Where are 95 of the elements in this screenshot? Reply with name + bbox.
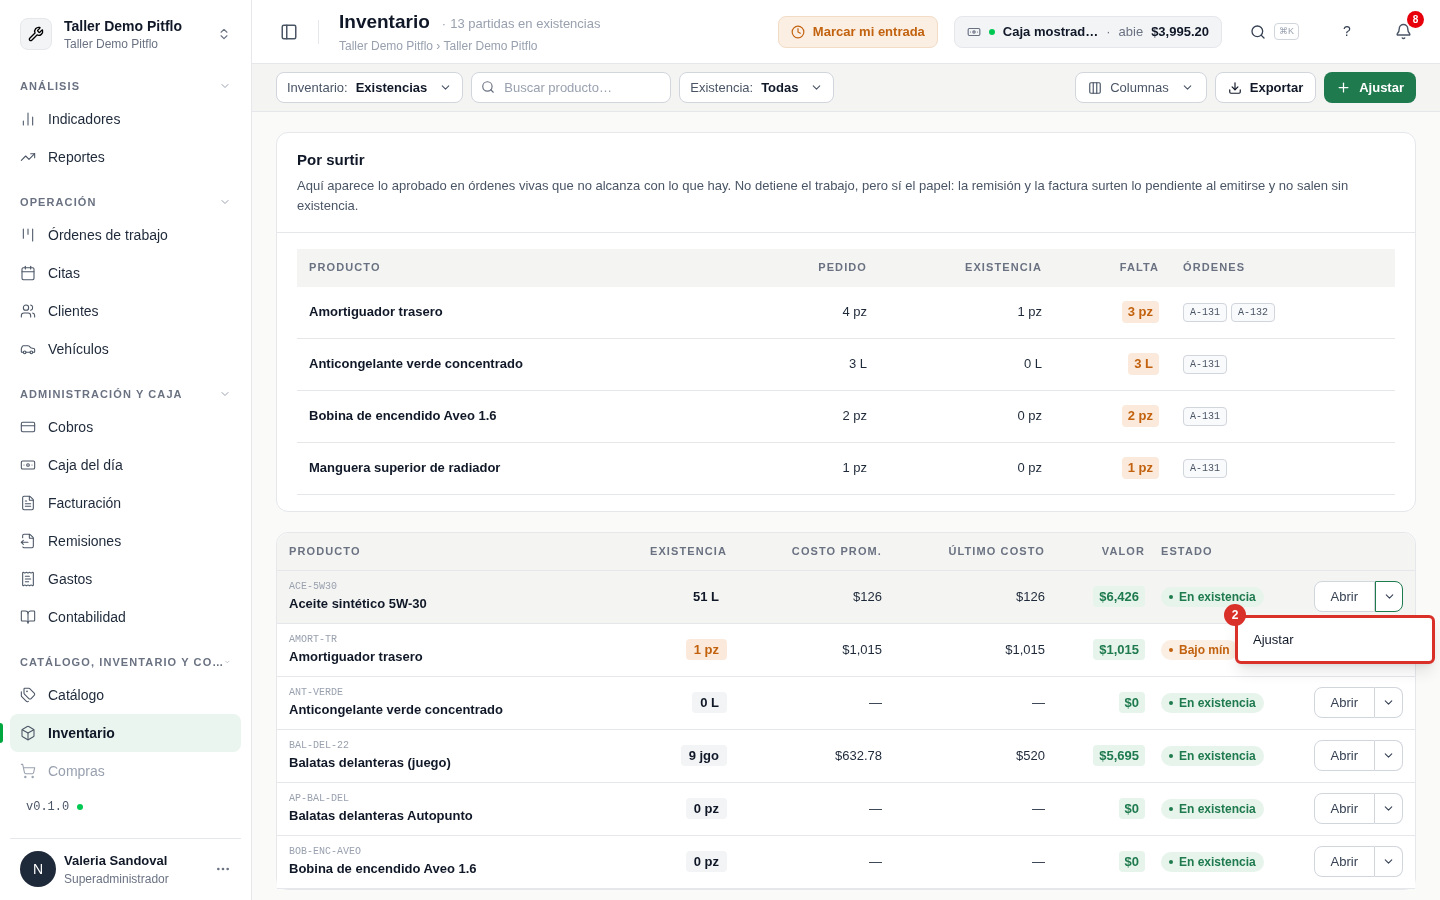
- table-cell-text: 2 pz: [841, 407, 867, 426]
- user-role: Superadministrador: [64, 871, 170, 888]
- missing-quantity: 1 pz: [1121, 457, 1159, 479]
- table-cell-text: 3 L: [847, 355, 867, 374]
- product-name: Balatas delanteras Autopunto: [289, 807, 474, 826]
- table-cell-text: Bobina de encendido Aveo 1.6: [309, 407, 498, 426]
- table-cell-text: —: [1031, 693, 1045, 712]
- filter-value: Todas: [761, 78, 799, 97]
- sku-code: AMORT-TR: [289, 633, 338, 648]
- user-avatar: N: [20, 851, 56, 888]
- breadcrumb: Taller Demo Pitflo › Taller Demo Pitflo: [339, 37, 539, 55]
- product-name: Bobina de encendido Aveo 1.6: [289, 860, 478, 879]
- table-cell-text: $126: [1015, 587, 1045, 606]
- column-header: EXISTENCIA: [649, 543, 727, 559]
- column-header: VALOR: [1100, 543, 1145, 559]
- separator-dot: ·: [1106, 22, 1111, 41]
- status-label: En existencia: [1179, 694, 1256, 712]
- table-cell-text: 0 pz: [1016, 459, 1042, 478]
- section-title: ADMINISTRACIÓN Y CAJA: [20, 386, 183, 402]
- section-title: CATÁLOGO, INVENTARIO Y CO…: [20, 654, 225, 670]
- stock-quantity: 0 pz: [685, 797, 727, 820]
- stock-quantity: 1 pz: [685, 638, 727, 661]
- table-cell-text: $632.78: [834, 746, 882, 765]
- table-cell-text: —: [1031, 799, 1045, 818]
- column-header: ÚLTIMO COSTO: [947, 543, 1045, 559]
- column-header: ÓRDENES: [1182, 260, 1247, 276]
- register-amount: $3,995.20: [1151, 22, 1209, 41]
- page-title: Inventario: [339, 10, 430, 35]
- missing-quantity: 3 pz: [1121, 301, 1159, 323]
- table-cell-text: 1 pz: [841, 459, 867, 478]
- product-name: Balatas delanteras (juego): [289, 754, 452, 773]
- stock-value: $0: [1118, 691, 1145, 714]
- column-header: EXISTENCIA: [964, 260, 1042, 276]
- column-header: PEDIDO: [817, 260, 867, 276]
- sku-code: BAL-DEL-22: [289, 739, 350, 754]
- workspace-subtitle: Taller Demo Pitflo: [64, 36, 160, 52]
- shortcut-key: ⌘K: [1274, 22, 1299, 41]
- stock-value: $0: [1118, 850, 1145, 873]
- table-cell-text: Amortiguador trasero: [309, 303, 444, 322]
- stock-value: $5,695: [1093, 744, 1145, 767]
- table-cell-text: —: [1031, 852, 1045, 871]
- workspace-name: Taller Demo Pitflo: [64, 17, 183, 36]
- table-cell-text: —: [868, 852, 882, 871]
- status-label: En existencia: [1179, 588, 1256, 606]
- table-cell-text: —: [868, 693, 882, 712]
- product-name: Amortiguador trasero: [289, 648, 424, 667]
- stock-quantity: 51 L: [692, 587, 720, 606]
- column-header: PRODUCTO: [289, 543, 362, 559]
- filter-label: Inventario:: [287, 78, 348, 97]
- column-header: FALTA: [1118, 260, 1159, 276]
- missing-quantity: 3 L: [1128, 353, 1159, 375]
- sku-code: AP-BAL-DEL: [289, 792, 350, 807]
- table-cell-text: 4 pz: [841, 303, 867, 322]
- table-cell-text: $1,015: [841, 640, 882, 659]
- sku-code: ACE-5W30: [289, 580, 338, 595]
- sku-code: ANT-VERDE: [289, 686, 344, 701]
- column-header: ESTADO: [1160, 543, 1214, 559]
- status-label: En existencia: [1179, 800, 1256, 818]
- section-title: OPERACIÓN: [20, 194, 97, 210]
- column-header: COSTO PROM.: [790, 543, 882, 559]
- user-name: Valeria Sandoval: [64, 851, 169, 870]
- item-count: 13 partidas en existencias: [450, 15, 601, 34]
- table-cell-text: 1 pz: [1016, 303, 1042, 322]
- status-label: En existencia: [1179, 747, 1256, 765]
- stock-quantity: 9 jgo: [680, 744, 727, 767]
- status-label: En existencia: [1179, 853, 1256, 871]
- status-label: Bajo mín: [1179, 641, 1230, 659]
- sku-code: BOB-ENC-AVEO: [289, 845, 362, 860]
- filter-value: Existencias: [355, 78, 428, 97]
- table-cell-text: $126: [852, 587, 882, 606]
- stock-quantity: 0 pz: [685, 850, 727, 873]
- table-cell-text: Manguera superior de radiador: [309, 459, 502, 478]
- table-cell-text: $520: [1015, 746, 1045, 765]
- table-cell-text: $1,015: [1004, 640, 1045, 659]
- separator-dot: ·: [441, 15, 447, 34]
- register-name: Caja mostrad…: [1002, 22, 1099, 41]
- section-title: ANÁLISIS: [20, 78, 81, 94]
- product-name: Aceite sintético 5W-30: [289, 595, 428, 614]
- filter-label: Existencia:: [690, 78, 754, 97]
- stock-quantity: 0 L: [692, 691, 727, 714]
- stock-value: $6,426: [1093, 585, 1145, 608]
- register-status: abie: [1118, 22, 1144, 41]
- stock-value: $1,015: [1093, 638, 1145, 661]
- notification-count: 8: [1407, 11, 1424, 28]
- table-cell-text: 0 pz: [1016, 407, 1042, 426]
- table-cell-text: —: [868, 799, 882, 818]
- table-cell-text: 0 L: [1022, 355, 1042, 374]
- card-title: Por surtir: [297, 150, 366, 170]
- version-label: v0.1.0: [26, 799, 70, 816]
- card-description: Aquí aparece lo aprobado en órdenes vivas que no alcanza con lo que hay. No detiene el trabajo, pero sí el papel: la remisión y la factura surten lo pendiente al emitirse y no salen sin existencia.: [297, 176, 1350, 215]
- column-header: PRODUCTO: [309, 260, 382, 276]
- missing-quantity: 2 pz: [1121, 405, 1159, 427]
- table-cell-text: Anticongelante verde concentrado: [309, 355, 524, 374]
- product-name: Anticongelante verde concentrado: [289, 701, 504, 720]
- stock-value: $0: [1118, 797, 1145, 820]
